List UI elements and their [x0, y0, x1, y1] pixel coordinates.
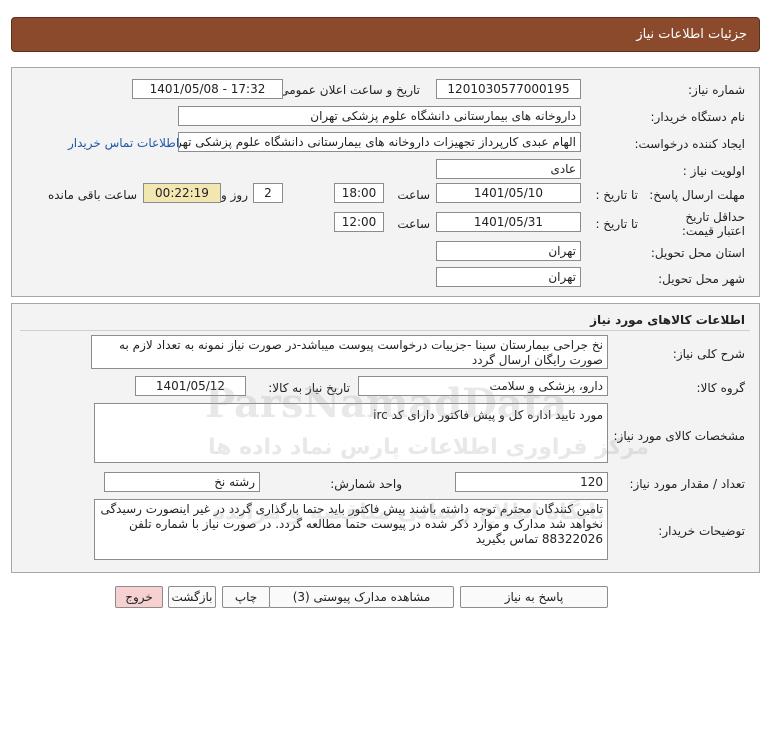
group-field: دارو، پزشکی و سلامت: [358, 376, 608, 396]
buyer-org-field: داروخانه های بیمارستانی دانشگاه علوم پزش…: [178, 106, 581, 126]
creator-field: الهام عبدی کارپرداز تجهیزات داروخانه های…: [178, 132, 581, 152]
need-number-field: 1201030577000195: [436, 79, 581, 99]
reply-time-label: ساعت: [397, 188, 430, 202]
reply-time-field: 18:00: [334, 183, 384, 203]
remaining-label: ساعت باقی مانده: [47, 188, 137, 202]
qty-field: 120: [455, 472, 608, 492]
need-number-label: شماره نیاز:: [688, 83, 745, 97]
need-date-field: 1401/05/12: [135, 376, 246, 396]
days-label: روز و: [221, 188, 248, 202]
reply-button[interactable]: پاسخ به نیاز: [460, 586, 608, 608]
spec-field: مورد تایید اداره کل و پیش فاکتور دارای ک…: [94, 403, 608, 463]
validity-time-label: ساعت: [397, 217, 430, 231]
page-title: جزئیات اطلاعات نیاز: [636, 27, 747, 42]
reply-to-date-label: تا تاریخ :: [595, 188, 638, 202]
unit-label: واحد شمارش:: [330, 477, 402, 491]
page-header: جزئیات اطلاعات نیاز: [11, 17, 760, 52]
summary-field: نخ جراحی بیمارستان سینا -جزییات درخواست …: [91, 335, 608, 369]
need-info-panel: [11, 67, 760, 297]
buyer-contact-link[interactable]: اطلاعات تماس خریدار: [68, 136, 179, 150]
priority-label: اولویت نیاز :: [682, 164, 745, 178]
back-button[interactable]: بازگشت: [168, 586, 216, 608]
summary-label: شرح کلی نیاز:: [672, 347, 745, 361]
delivery-city-label: شهر محل تحویل:: [658, 272, 745, 286]
creator-label: ایجاد کننده درخواست:: [634, 137, 745, 151]
days-field: 2: [253, 183, 283, 203]
reply-date-field: 1401/05/10: [436, 183, 581, 203]
reply-deadline-label: مهلت ارسال پاسخ:: [649, 188, 745, 202]
buyer-notes-label: توضیحات خریدار:: [658, 524, 745, 538]
delivery-province-label: استان محل تحویل:: [650, 246, 745, 260]
priority-field: عادی: [436, 159, 581, 179]
print-button[interactable]: چاپ: [222, 586, 270, 608]
remaining-timer: 00:22:19: [143, 183, 221, 203]
group-label: گروه کالا:: [696, 381, 746, 395]
need-date-label: تاریخ نیاز به کالا:: [268, 381, 350, 395]
announce-label: تاریخ و ساعت اعلان عمومی:: [275, 83, 420, 97]
validity-date-field: 1401/05/31: [436, 212, 581, 232]
exit-button[interactable]: خروج: [115, 586, 163, 608]
validity-time-field: 12:00: [334, 212, 384, 232]
qty-label: تعداد / مقدار مورد نیاز:: [629, 477, 745, 491]
spec-label: مشخصات کالای مورد نیاز:: [613, 429, 745, 443]
validity-to-date-label: تا تاریخ :: [595, 217, 638, 231]
attachments-button[interactable]: مشاهده مدارک پیوستی (3): [269, 586, 454, 608]
delivery-province-field: تهران: [436, 241, 581, 261]
goods-divider: [20, 330, 750, 331]
unit-field: رشته نخ: [104, 472, 260, 492]
announce-field: 1401/05/08 - 17:32: [132, 79, 283, 99]
buyer-notes-field: تامین کنندگان محترم توجه داشته باشند پیش…: [94, 499, 608, 560]
buyer-org-label: نام دستگاه خریدار:: [650, 110, 746, 124]
delivery-city-field: تهران: [436, 267, 581, 287]
validity-label: حداقل تاریخ اعتبار قیمت:: [681, 210, 745, 238]
goods-section-title: اطلاعات کالاهای مورد نیاز: [590, 313, 745, 327]
